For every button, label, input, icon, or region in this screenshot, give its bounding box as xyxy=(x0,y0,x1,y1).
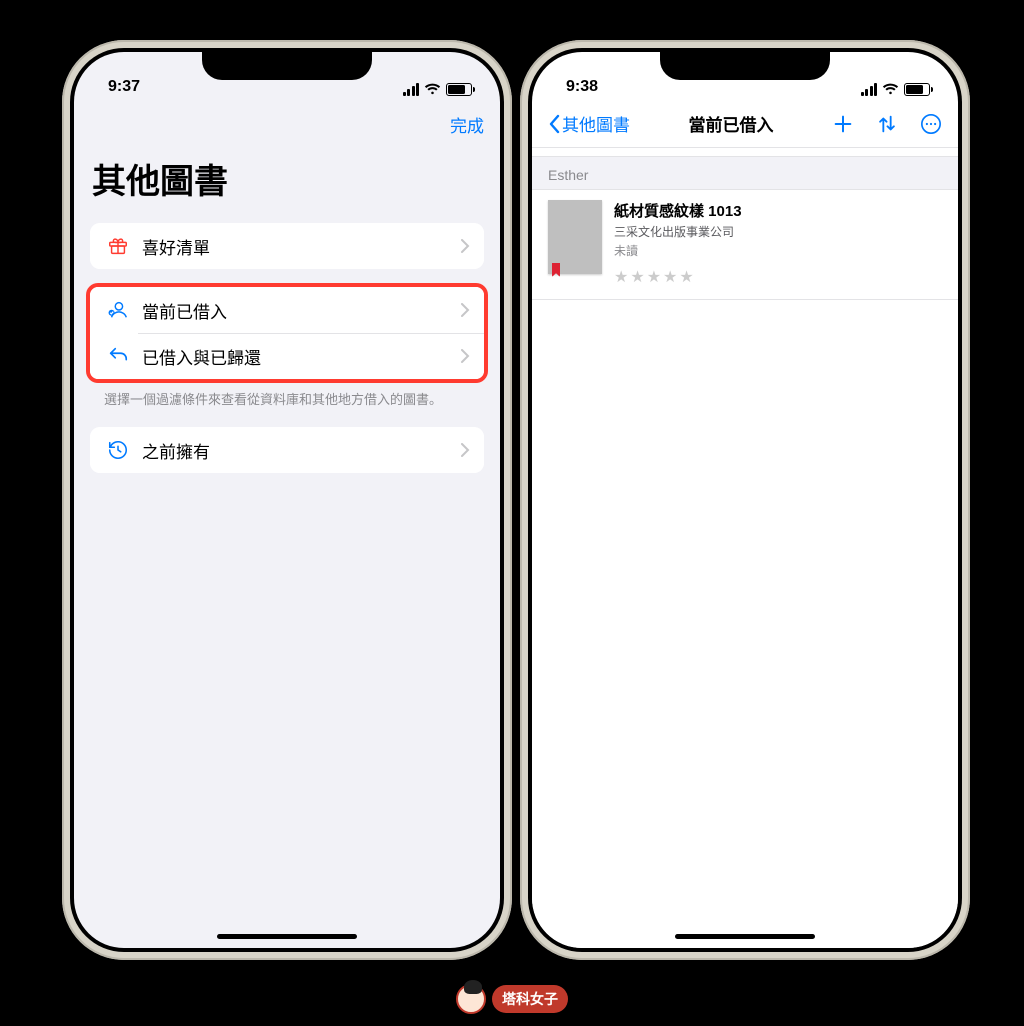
section-header: Esther xyxy=(532,156,958,190)
row-label: 之前擁有 xyxy=(142,438,461,463)
phone-right: 9:38 其他圖書 當前已借入 xyxy=(520,40,970,960)
back-label: 其他圖書 xyxy=(562,111,630,136)
status-time: 9:38 xyxy=(566,78,598,96)
screen-left: 9:37 完成 其他圖書 xyxy=(74,52,500,948)
page-title: 其他圖書 xyxy=(74,148,500,213)
book-meta: 紙材質感紋樣 1013 三采文化出版事業公司 未讀 ★★★★★ xyxy=(614,200,942,287)
return-arrow-icon xyxy=(104,345,132,367)
nav-actions xyxy=(832,113,942,135)
book-title: 紙材質感紋樣 1013 xyxy=(614,200,942,221)
watermark-avatar-icon xyxy=(456,984,486,1014)
section-footer-note: 選擇一個過濾條件來查看從資料庫和其他地方借入的圖書。 xyxy=(74,383,500,409)
phone-bezel: 9:38 其他圖書 當前已借入 xyxy=(528,48,962,952)
watermark-badge: 塔科女子 xyxy=(456,984,568,1014)
row-borrowed-now[interactable]: 當前已借入 xyxy=(90,287,484,333)
person-badge-icon xyxy=(104,299,132,321)
row-wishlist[interactable]: 喜好清單 xyxy=(90,223,484,269)
book-publisher: 三采文化出版事業公司 xyxy=(614,223,942,240)
book-cover-thumbnail xyxy=(548,200,602,274)
status-time: 9:37 xyxy=(108,78,140,96)
row-label: 喜好清單 xyxy=(142,234,461,259)
cellular-signal-icon xyxy=(403,83,420,96)
group-wishlist: 喜好清單 xyxy=(90,223,484,269)
screen-right: 9:38 其他圖書 當前已借入 xyxy=(532,52,958,948)
notch xyxy=(202,52,372,80)
row-label: 已借入與已歸還 xyxy=(142,344,461,369)
chevron-right-icon xyxy=(461,349,470,363)
chevron-right-icon xyxy=(461,239,470,253)
sort-arrows-icon xyxy=(876,113,898,135)
add-button[interactable] xyxy=(832,113,854,135)
plus-icon xyxy=(832,113,854,135)
highlight-borrowed-group: 當前已借入 已借入與已歸還 xyxy=(86,283,488,383)
chevron-right-icon xyxy=(461,443,470,457)
watermark-text: 塔科女子 xyxy=(492,985,568,1013)
wifi-icon xyxy=(882,83,899,96)
phone-bezel: 9:37 完成 其他圖書 xyxy=(70,48,504,952)
more-button[interactable] xyxy=(920,113,942,135)
cellular-signal-icon xyxy=(861,83,878,96)
phone-left: 9:37 完成 其他圖書 xyxy=(62,40,512,960)
group-previously-owned: 之前擁有 xyxy=(90,427,484,473)
status-indicators xyxy=(403,83,473,96)
home-indicator[interactable] xyxy=(675,934,815,939)
row-borrowed-returned[interactable]: 已借入與已歸還 xyxy=(90,333,484,379)
book-status: 未讀 xyxy=(614,242,942,259)
back-button[interactable]: 其他圖書 xyxy=(548,111,630,136)
gift-icon xyxy=(104,235,132,257)
battery-icon xyxy=(904,83,930,96)
book-row[interactable]: 紙材質感紋樣 1013 三采文化出版事業公司 未讀 ★★★★★ xyxy=(532,190,958,300)
notch xyxy=(660,52,830,80)
chevron-right-icon xyxy=(461,303,470,317)
wifi-icon xyxy=(424,83,441,96)
row-label: 當前已借入 xyxy=(142,298,461,323)
chevron-left-icon xyxy=(548,114,560,134)
clock-history-icon xyxy=(104,439,132,461)
battery-icon xyxy=(446,83,472,96)
empty-area xyxy=(532,300,958,948)
row-previously-owned[interactable]: 之前擁有 xyxy=(90,427,484,473)
nav-bar: 其他圖書 當前已借入 xyxy=(532,100,958,148)
sort-button[interactable] xyxy=(876,113,898,135)
done-button[interactable]: 完成 xyxy=(450,112,484,137)
home-indicator[interactable] xyxy=(217,934,357,939)
nav-bar: 完成 xyxy=(74,100,500,148)
rating-stars[interactable]: ★★★★★ xyxy=(614,267,942,287)
nav-title: 當前已借入 xyxy=(689,111,774,136)
status-indicators xyxy=(861,83,931,96)
ellipsis-circle-icon xyxy=(920,112,942,136)
